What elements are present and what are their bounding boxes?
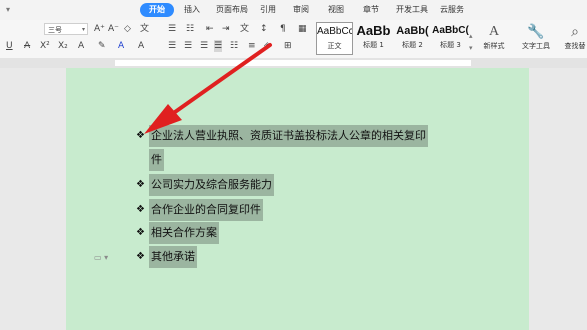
annotation-arrow-icon: [144, 43, 272, 134]
